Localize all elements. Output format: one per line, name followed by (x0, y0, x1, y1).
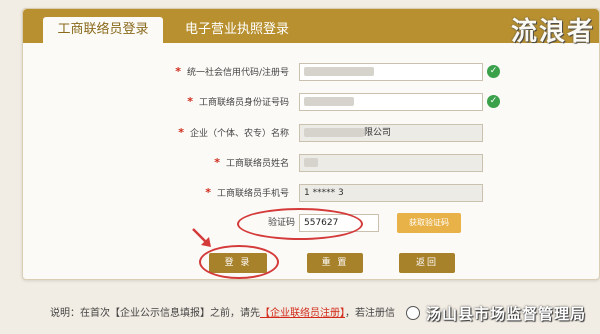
redacted-value (304, 158, 318, 167)
credit-code-label: * 统一社会信用代码/注册号 (175, 65, 289, 78)
form-row-company-name: * 企业（个体、农专）名称 限公司 (23, 122, 599, 144)
check-icon: ✓ (487, 95, 500, 108)
tab-bar: 工商联络员登录 电子营业执照登录 流浪者 (23, 9, 599, 47)
reset-button[interactable]: 重 置 (307, 253, 363, 273)
form-row-captcha: 验证码 557627 获取验证码 (23, 212, 599, 234)
required-star: * (187, 95, 193, 108)
redacted-value (304, 97, 354, 106)
liaison-name-label: * 工商联络员姓名 (214, 156, 289, 169)
id-number-input[interactable] (299, 93, 483, 111)
credit-code-input[interactable] (299, 63, 483, 81)
redacted-value (304, 67, 374, 76)
captcha-label: 验证码 (267, 218, 295, 228)
captcha-input[interactable]: 557627 (299, 214, 379, 232)
watermark-bottom: 汤山县市场监督管理局 (398, 292, 600, 334)
id-number-label: * 工商联络员身份证号码 (187, 95, 289, 108)
form-row-id-number: * 工商联络员身份证号码 ✓ (23, 91, 599, 113)
phone-label: * 工商联络员手机号 (205, 186, 289, 199)
required-star: * (175, 65, 181, 78)
company-name-field: 限公司 (299, 124, 483, 142)
phone-field: 1 ***** 3 (299, 184, 483, 202)
company-name-suffix: 限公司 (364, 128, 392, 138)
login-panel: 工商联络员登录 电子营业执照登录 流浪者 * 统一社会信用代码/注册号 ✓ * 工商… (22, 8, 600, 280)
tab-business-license-login[interactable]: 电子营业执照登录 (173, 17, 301, 43)
required-star: * (214, 156, 220, 169)
company-name-label: * 企业（个体、农专）名称 (178, 126, 289, 139)
form-row-credit-code: * 统一社会信用代码/注册号 ✓ (23, 61, 599, 83)
required-star: * (178, 126, 184, 139)
back-button[interactable]: 返回 (399, 253, 455, 273)
register-link[interactable]: 【企业联络员注册】 (260, 308, 345, 319)
get-captcha-button[interactable]: 获取验证码 (397, 213, 461, 233)
required-star: * (205, 186, 211, 199)
check-icon: ✓ (487, 65, 500, 78)
tab-liaison-login[interactable]: 工商联络员登录 (43, 17, 163, 43)
wechat-icon (406, 306, 420, 320)
redacted-value (304, 128, 364, 137)
form-row-liaison-name: * 工商联络员姓名 (23, 152, 599, 174)
notice-text: 说明：在首次【企业公示信息填报】之前，请先【企业联络员注册】，若注册信 (50, 304, 395, 319)
notice-suffix: ，若注册信 (345, 308, 395, 319)
login-button[interactable]: 登 录 (209, 253, 267, 273)
watermark-top: 流浪者 (510, 17, 595, 47)
watermark-bottom-text: 汤山县市场监督管理局 (426, 305, 587, 323)
liaison-name-field (299, 154, 483, 172)
form-row-phone: * 工商联络员手机号 1 ***** 3 (23, 182, 599, 204)
notice-prefix: 说明：在首次【企业公示信息填报】之前，请先 (50, 308, 260, 319)
